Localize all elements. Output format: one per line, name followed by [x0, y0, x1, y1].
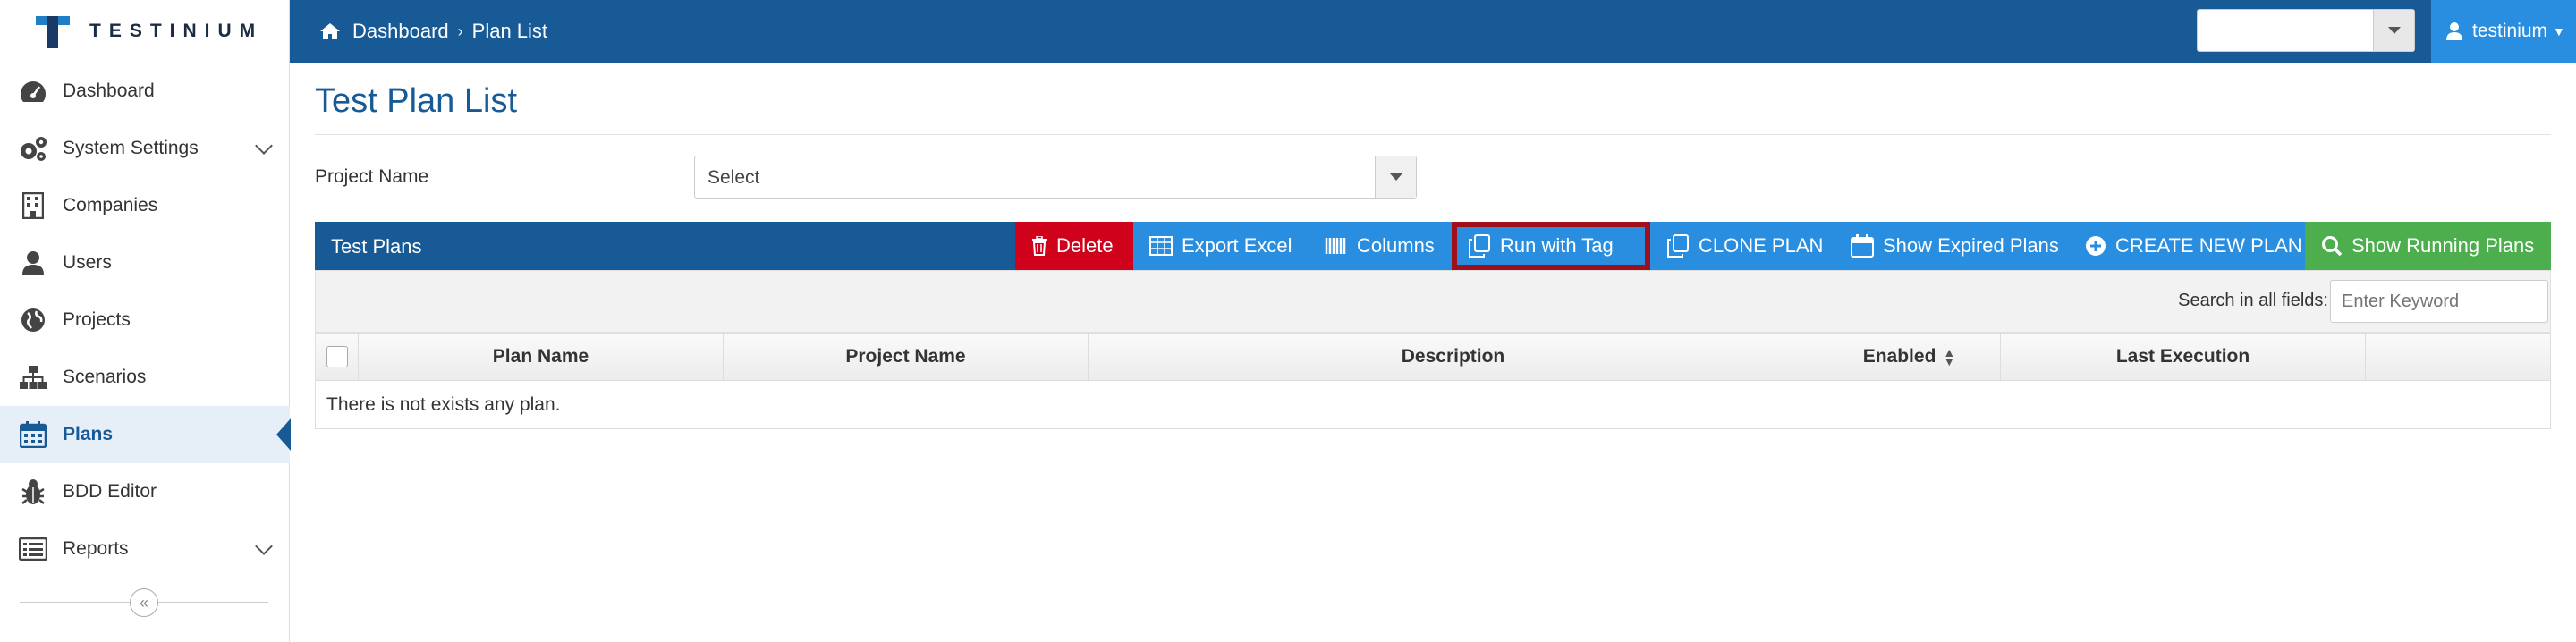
search-label: Search in all fields: — [2178, 291, 2328, 310]
plus-circle-icon — [2086, 236, 2106, 256]
export-excel-label: Export Excel — [1182, 234, 1292, 257]
show-running-plans-button[interactable]: Show Running Plans — [2305, 222, 2551, 270]
sidebar-item-label: Users — [63, 252, 112, 273]
sidebar-item-label: Companies — [63, 195, 158, 215]
search-icon — [2322, 236, 2343, 257]
column-header-enabled-label: Enabled — [1862, 346, 1936, 367]
sidebar-item-label: Reports — [63, 538, 129, 559]
sidebar-item-bdd-editor[interactable]: BDD Editor — [0, 463, 290, 520]
home-icon — [320, 23, 340, 39]
select-all-checkbox[interactable] — [326, 346, 348, 367]
breadcrumb-plan-list: Plan List — [471, 20, 548, 42]
column-header-last-execution[interactable]: Last Execution — [2001, 334, 2366, 380]
list-icon — [18, 534, 48, 564]
show-running-plans-label: Show Running Plans — [2351, 234, 2535, 257]
sidebar-item-scenarios[interactable]: Scenarios — [0, 349, 290, 406]
trash-icon — [1032, 236, 1046, 256]
page-title: Test Plan List — [315, 82, 517, 120]
breadcrumb: Dashboard › Plan List — [318, 0, 547, 63]
project-name-select[interactable]: Select — [694, 156, 1417, 199]
project-name-label: Project Name — [315, 166, 429, 187]
collapse-sidebar-icon[interactable]: « — [130, 588, 158, 617]
calendar-icon — [18, 419, 48, 450]
chevron-down-icon[interactable] — [1375, 156, 1416, 198]
chevron-down-icon[interactable] — [255, 537, 273, 555]
export-excel-button[interactable]: Export Excel — [1133, 222, 1309, 270]
title-divider — [315, 134, 2551, 135]
sitemap-icon — [18, 362, 48, 393]
run-with-tag-label: Run with Tag — [1500, 234, 1614, 257]
user-name: testinium — [2472, 21, 2548, 41]
user-menu[interactable]: testinium ▼ — [2431, 0, 2576, 63]
create-new-plan-button[interactable]: CREATE NEW PLAN — [2069, 222, 2305, 270]
gear-icon — [18, 133, 48, 164]
delete-label: Delete — [1056, 234, 1114, 257]
globe-icon — [18, 305, 48, 335]
clone-plan-label: CLONE PLAN — [1699, 234, 1824, 257]
copy-icon — [1667, 234, 1689, 258]
sort-icon[interactable]: ▲ ▼ — [1943, 346, 1955, 367]
columns-label: Columns — [1357, 234, 1435, 257]
logo-text: TESTINIUM — [89, 21, 264, 41]
copy-icon — [1469, 234, 1490, 258]
table-header: Plan Name Project Name Description Enabl… — [315, 333, 2551, 381]
test-plans-toolbar: Test Plans Delete Export Excel Columns R… — [315, 222, 2551, 270]
create-new-plan-label: CREATE NEW PLAN — [2115, 234, 2302, 257]
empty-table-message: There is not exists any plan. — [315, 381, 2551, 429]
logo[interactable]: TESTINIUM — [0, 0, 290, 63]
show-expired-plans-label: Show Expired Plans — [1883, 234, 2059, 257]
show-expired-plans-button[interactable]: Show Expired Plans — [1835, 222, 2069, 270]
top-bar: TESTINIUM Dashboard › Plan List testiniu… — [0, 0, 2576, 63]
project-name-value: Select — [708, 167, 760, 188]
sidebar-item-reports[interactable]: Reports — [0, 520, 290, 578]
sidebar-item-dashboard[interactable]: Dashboard — [0, 63, 290, 120]
breadcrumb-dashboard[interactable]: Dashboard — [352, 20, 449, 43]
sidebar-item-label: Projects — [63, 309, 131, 330]
sidebar-item-label: Dashboard — [63, 80, 155, 101]
select-all-cell — [316, 334, 359, 380]
sidebar-item-users[interactable]: Users — [0, 234, 290, 291]
column-header-actions — [2366, 334, 2550, 380]
search-bar: Search in all fields: — [315, 270, 2551, 333]
chevron-down-icon[interactable] — [2373, 10, 2414, 51]
bug-icon — [18, 477, 48, 507]
dashboard-icon — [18, 76, 48, 106]
calendar-icon — [1851, 234, 1874, 258]
sidebar-item-label: Scenarios — [63, 367, 147, 387]
building-icon — [18, 190, 48, 221]
column-header-description[interactable]: Description — [1089, 334, 1818, 380]
user-icon — [2446, 22, 2462, 40]
active-indicator — [276, 418, 291, 451]
chevron-down-icon[interactable] — [255, 137, 273, 155]
sidebar-item-system-settings[interactable]: System Settings — [0, 120, 290, 177]
user-icon — [18, 248, 48, 278]
caret-down-icon: ▼ — [2553, 24, 2565, 38]
search-input[interactable] — [2330, 280, 2548, 323]
column-header-project-name[interactable]: Project Name — [724, 334, 1089, 380]
plans-table: Plan Name Project Name Description Enabl… — [315, 333, 2551, 429]
sidebar-item-companies[interactable]: Companies — [0, 177, 290, 234]
clone-plan-button[interactable]: CLONE PLAN — [1650, 222, 1835, 270]
header-project-select[interactable] — [2197, 9, 2415, 52]
run-with-tag-button[interactable]: Run with Tag — [1452, 222, 1650, 270]
sidebar-item-plans[interactable]: Plans — [0, 406, 291, 463]
column-header-plan-name[interactable]: Plan Name — [359, 334, 724, 380]
toolbar-title: Test Plans — [331, 235, 422, 258]
sidebar-item-label: BDD Editor — [63, 481, 157, 502]
sidebar-item-label: Plans — [63, 424, 114, 444]
testinium-logo-icon — [36, 14, 70, 48]
table-icon — [1149, 236, 1173, 256]
sidebar-item-projects[interactable]: Projects — [0, 291, 290, 349]
sidebar-item-label: System Settings — [63, 138, 199, 158]
columns-icon — [1325, 238, 1346, 254]
breadcrumb-separator: › — [457, 21, 463, 40]
column-header-enabled[interactable]: Enabled ▲ ▼ — [1818, 334, 2001, 380]
sidebar: Dashboard System Settings Companies User… — [0, 63, 291, 642]
columns-button[interactable]: Columns — [1309, 222, 1452, 270]
delete-button[interactable]: Delete — [1015, 222, 1133, 270]
